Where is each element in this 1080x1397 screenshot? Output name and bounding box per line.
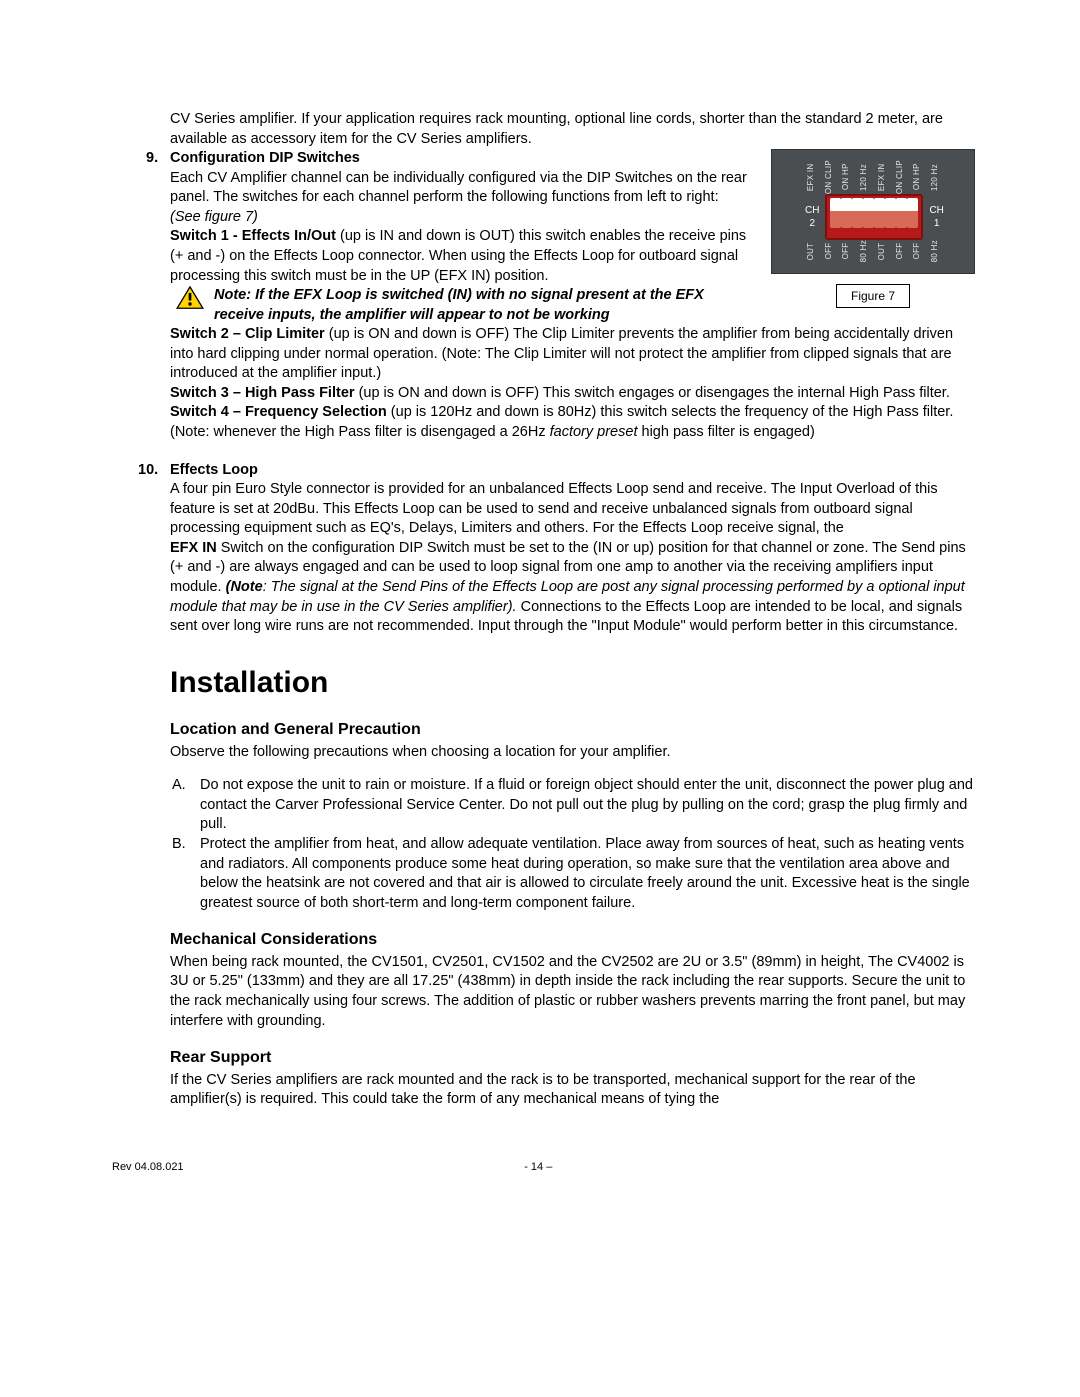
dip-strip xyxy=(825,194,923,240)
mech-section: Mechanical Considerations When being rac… xyxy=(110,929,975,1110)
letter-b: B. xyxy=(172,835,186,855)
dip-switch-5 xyxy=(874,198,885,228)
dip-top-labels: EFX IN ON CLIP ON HP 120 Hz EFX IN ON CL… xyxy=(805,160,941,194)
figure-caption-box: Figure 7 xyxy=(771,284,975,308)
precaution-b-text: Protect the amplifier from heat, and all… xyxy=(200,836,970,911)
precaution-a-text: Do not expose the unit to rain or moistu… xyxy=(200,777,973,832)
mech-heading: Mechanical Considerations xyxy=(170,929,975,951)
precaution-a: A. Do not expose the unit to rain or moi… xyxy=(110,776,975,835)
rear-heading: Rear Support xyxy=(170,1047,975,1069)
dip-switch-1 xyxy=(830,198,841,228)
figure-7: EFX IN ON CLIP ON HP 120 Hz EFX IN ON CL… xyxy=(771,149,975,308)
sec9-p1-ital: (See figure 7) xyxy=(170,209,258,225)
letter-a: A. xyxy=(172,776,186,796)
location-intro: Observe the following precautions when c… xyxy=(170,743,975,763)
switch1-label: Switch 1 - Effects In/Out xyxy=(170,228,336,244)
item-9-title: Configuration DIP Switches xyxy=(170,150,360,166)
section-9: EFX IN ON CLIP ON HP 120 Hz EFX IN ON CL… xyxy=(110,149,975,442)
note-text: If the EFX Loop is switched (IN) with no… xyxy=(214,287,704,323)
ch1-label: CH 1 xyxy=(929,204,943,231)
dip-bottom-labels: OUT OFF OFF 80 Hz OUT OFF OFF 80 Hz xyxy=(805,240,941,262)
figure-caption: Figure 7 xyxy=(836,284,910,308)
sec10-p1: A four pin Euro Style connector is provi… xyxy=(170,481,938,536)
switch3-text: (up is ON and down is OFF) This switch e… xyxy=(359,385,950,401)
footer-page: - 14 – xyxy=(104,1160,973,1175)
ch2-label: CH 2 xyxy=(805,204,819,231)
switch4-text-b: factory preset xyxy=(550,424,638,440)
note-text-block: Note: If the EFX Loop is switched (IN) w… xyxy=(214,286,753,325)
section-8-tail: CV Series amplifier. If your application… xyxy=(110,110,975,149)
item-9-number: 9. xyxy=(146,149,158,169)
page-footer: Rev 04.08.021 - 14 – xyxy=(110,1160,975,1175)
note-row: Note: If the EFX Loop is switched (IN) w… xyxy=(170,286,753,325)
item-10-title: Effects Loop xyxy=(170,462,258,478)
efx-in-label: EFX IN xyxy=(170,540,217,556)
switch2-label: Switch 2 – Clip Limiter xyxy=(170,326,325,342)
dip-switch-3 xyxy=(852,198,863,228)
dip-switch-4 xyxy=(863,198,874,228)
dip-switch-7 xyxy=(896,198,907,228)
section-10: 10. Effects Loop A four pin Euro Style c… xyxy=(110,461,975,637)
sec9-p1: Each CV Amplifier channel can be individ… xyxy=(170,170,747,206)
switch4-label: Switch 4 – Frequency Selection xyxy=(170,404,387,420)
dip-switch-6 xyxy=(885,198,896,228)
location-heading: Location and General Precaution xyxy=(170,719,975,741)
warning-icon xyxy=(176,286,204,310)
intro-text: CV Series amplifier. If your application… xyxy=(170,111,943,147)
dip-switch-2 xyxy=(841,198,852,228)
precaution-b: B. Protect the amplifier from heat, and … xyxy=(110,835,975,913)
switch4-text-c: high pass filter is engaged) xyxy=(642,424,815,440)
switch3-label: Switch 3 – High Pass Filter xyxy=(170,385,355,401)
dip-strip-row: CH 2 CH 1 xyxy=(805,194,941,240)
dip-switch-8 xyxy=(907,198,918,228)
installation-heading: Installation xyxy=(170,663,975,704)
dip-switch-panel: EFX IN ON CLIP ON HP 120 Hz EFX IN ON CL… xyxy=(771,149,975,274)
rear-text: If the CV Series amplifiers are rack mou… xyxy=(170,1071,975,1110)
mech-text: When being rack mounted, the CV1501, CV2… xyxy=(170,953,975,1031)
item-10-number: 10. xyxy=(138,461,158,481)
note-label: Note: xyxy=(214,287,251,303)
installation-section: Installation Location and General Precau… xyxy=(110,663,975,763)
sec10-note-b: (Note xyxy=(226,579,263,595)
